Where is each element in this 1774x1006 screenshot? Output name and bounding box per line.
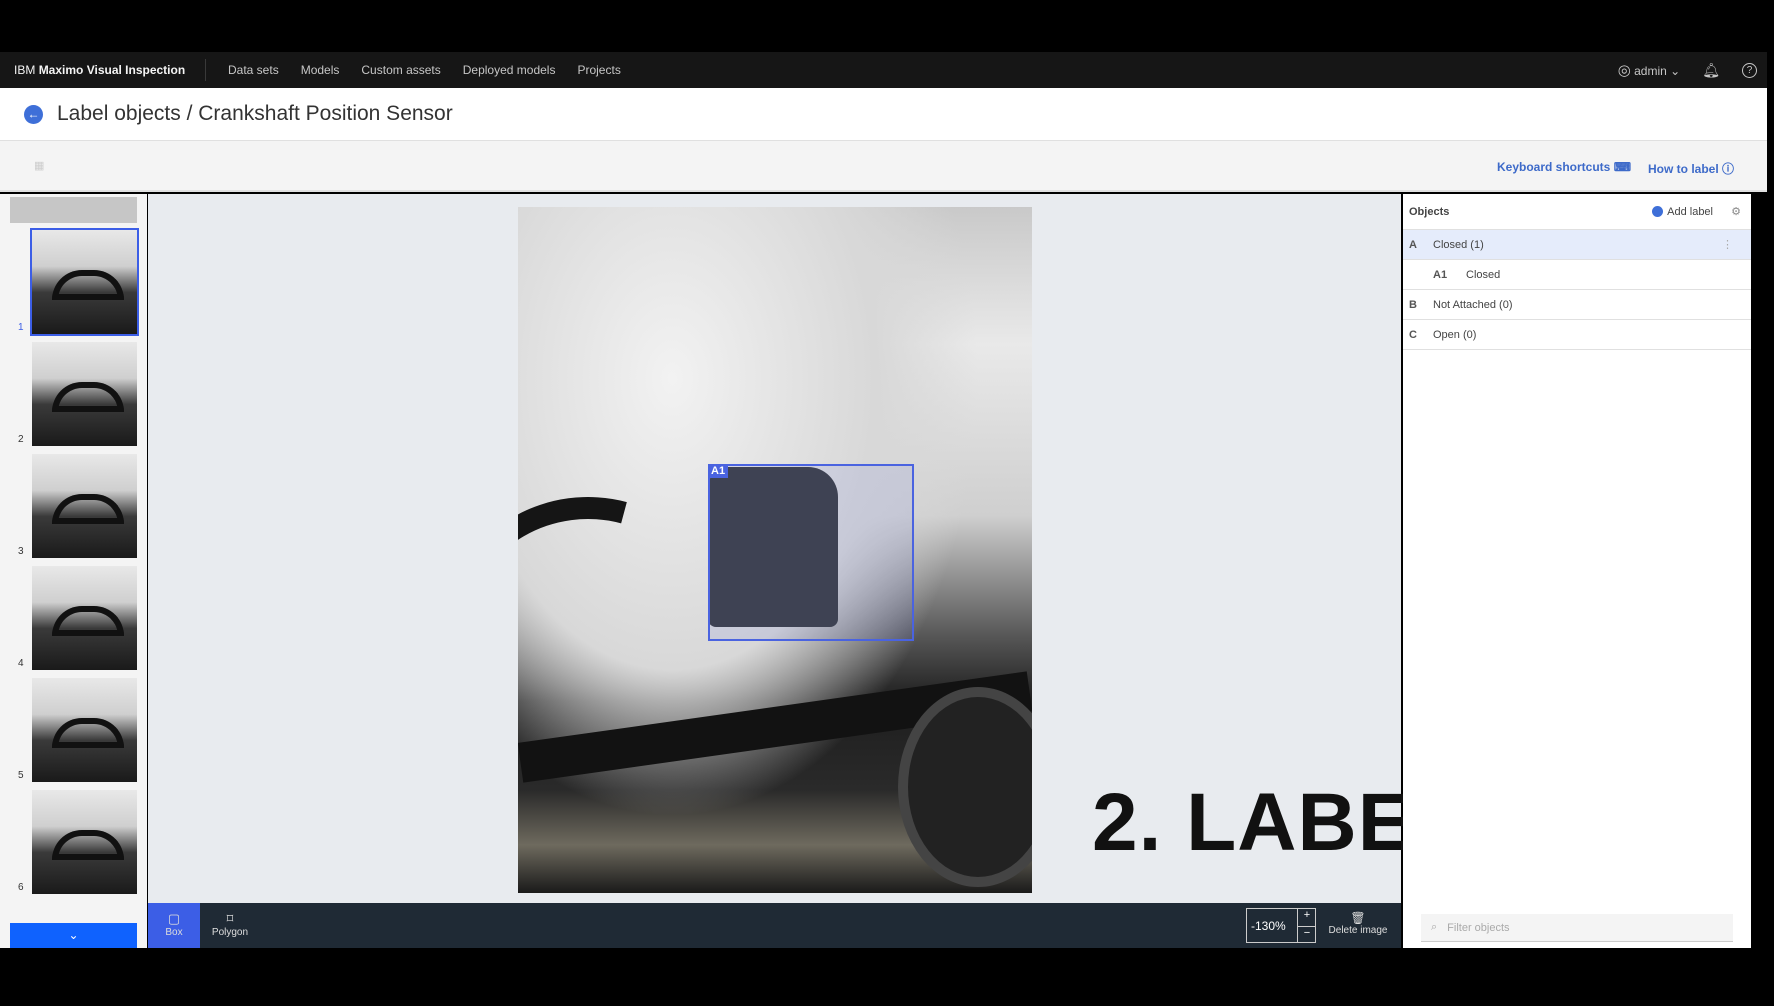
objects-panel: Objects Add label ⚙ A Closed (1) ⋮ A1 Close… [1403, 194, 1751, 948]
delete-image-button[interactable]: 🗑︎ Delete image [1318, 903, 1398, 948]
nav-data-sets[interactable]: Data sets [228, 63, 279, 77]
chevron-down-icon: ⌄ [1670, 64, 1681, 78]
box-icon: ▢ [167, 911, 181, 926]
scroll-down-button[interactable]: ⌄ [10, 923, 137, 948]
search-icon: ⌕ [1431, 921, 1438, 933]
thumbnail[interactable] [32, 342, 137, 446]
panel-toggle-icon[interactable]: ▦ [34, 159, 44, 172]
add-label-button[interactable]: Add label [1652, 206, 1713, 218]
add-label-dot-icon [1652, 206, 1664, 217]
thumbnail-number: 3 [18, 546, 24, 557]
keyboard-shortcuts-link[interactable]: Keyboard shortcuts ⌨ [1497, 160, 1631, 174]
thumbnail[interactable] [32, 566, 137, 670]
object-class-row-b[interactable]: B Not Attached (0) [1403, 290, 1751, 320]
bounding-box-a1[interactable]: A1 [708, 464, 914, 641]
thumbnail[interactable] [32, 678, 137, 782]
zoom-out-button[interactable]: − [1297, 926, 1316, 943]
brand[interactable]: IBM Maximo Visual Inspection [0, 59, 206, 81]
back-button[interactable]: ← [24, 104, 43, 124]
how-to-label-link[interactable]: How to label ⓘ [1648, 160, 1734, 177]
title-bar: ← Label objects / Crankshaft Position Se… [0, 88, 1767, 141]
top-navbar: IBM Maximo Visual Inspection Data sets M… [0, 52, 1767, 88]
thumbnail[interactable] [32, 454, 137, 558]
scroll-up-area[interactable] [10, 197, 137, 223]
trash-icon: 🗑︎ [1350, 911, 1366, 925]
bounding-box-tag: A1 [708, 464, 729, 478]
help-icon: ⓘ [1722, 162, 1735, 176]
objects-header: Objects Add label ⚙ [1403, 194, 1751, 230]
help-icon[interactable]: ? [1742, 62, 1757, 78]
chevron-down-icon: ⌄ [68, 928, 79, 942]
object-class-row-a[interactable]: A Closed (1) ⋮ [1403, 230, 1751, 260]
zoom-control: -130% + − [1246, 908, 1316, 943]
object-instance-row-a1[interactable]: A1 Closed [1403, 260, 1751, 290]
zoom-level: -130% [1251, 919, 1286, 933]
overflow-menu-icon[interactable]: ⋮ [1722, 238, 1733, 251]
filter-objects-input[interactable]: ⌕ Filter objects [1421, 914, 1733, 942]
thumbnail[interactable] [32, 790, 137, 894]
box-tool-button[interactable]: ▢ Box [148, 903, 200, 948]
keyboard-icon: ⌨ [1613, 160, 1632, 174]
thumbnail-number: 1 [18, 322, 24, 333]
user-icon: ◎ [1617, 62, 1631, 79]
user-menu[interactable]: ◎ admin ⌄ [1618, 61, 1681, 79]
nav-projects[interactable]: Projects [577, 63, 620, 77]
notification-bell-icon[interactable]: 🔔︎ [1702, 62, 1720, 79]
polygon-tool-button[interactable]: ⌑ Polygon [204, 903, 256, 948]
nav-custom-assets[interactable]: Custom assets [361, 63, 440, 77]
nav-models[interactable]: Models [301, 63, 340, 77]
thumbnail-number: 5 [18, 770, 24, 781]
thumbnail[interactable] [30, 228, 139, 336]
label-toolbar: ▦ Keyboard shortcuts ⌨ How to label ⓘ [0, 141, 1767, 192]
thumbnail-number: 6 [18, 882, 24, 893]
thumbnail-number: 4 [18, 658, 24, 669]
thumbnail-number: 2 [18, 434, 24, 445]
zoom-in-button[interactable]: + [1297, 909, 1316, 926]
object-class-row-c[interactable]: C Open (0) [1403, 320, 1751, 350]
polygon-icon: ⌑ [226, 911, 234, 926]
nav-deployed-models[interactable]: Deployed models [463, 63, 556, 77]
settings-gear-icon[interactable]: ⚙ [1731, 205, 1741, 218]
drawing-toolbar: ▢ Box ⌑ Polygon 🗑︎ Delete image [148, 903, 1401, 948]
page-title: Label objects / Crankshaft Position Sens… [57, 102, 453, 125]
